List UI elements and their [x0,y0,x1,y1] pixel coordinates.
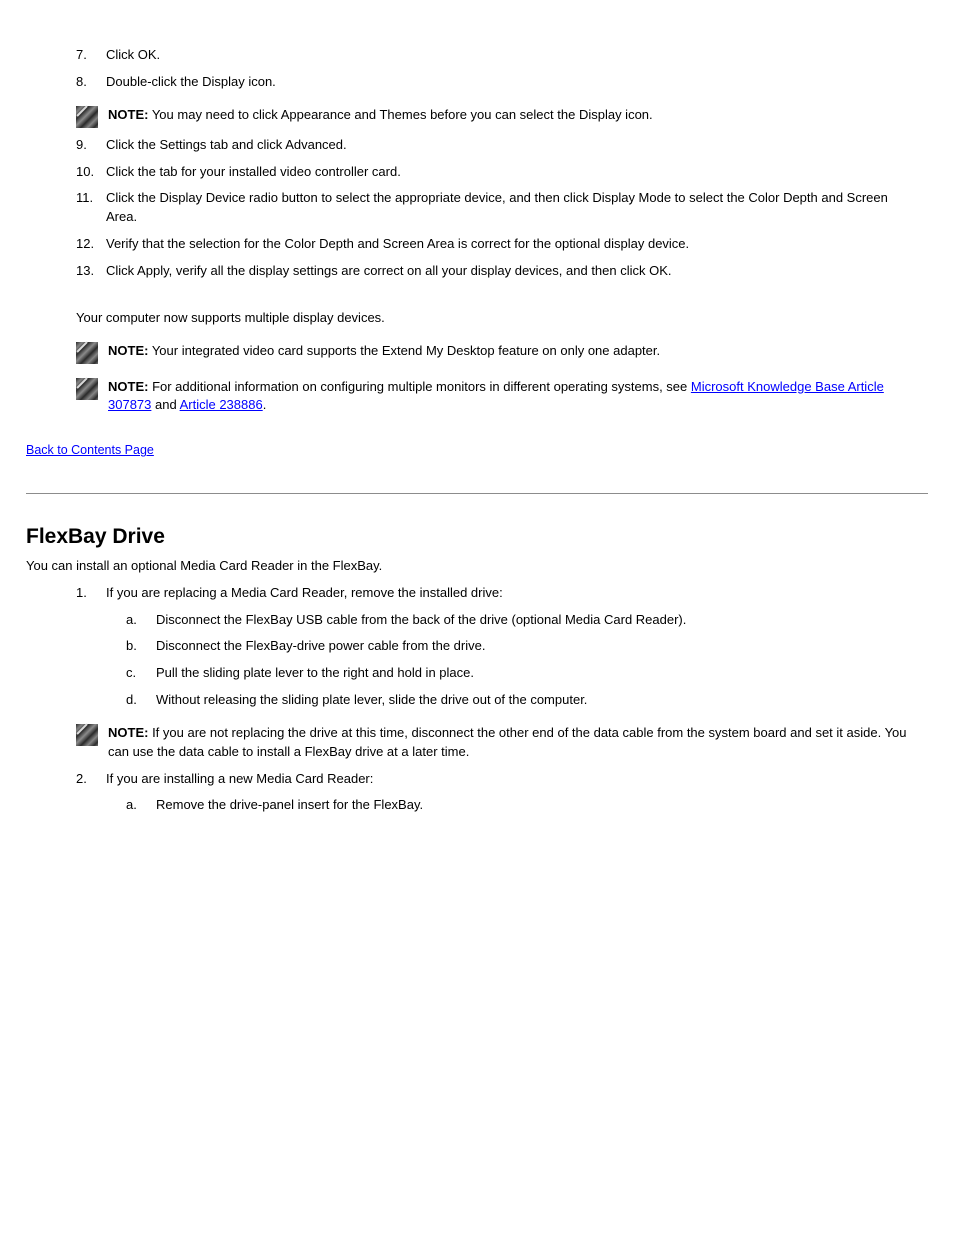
note-body-text: If you are not replacing the drive at th… [108,725,907,759]
step-2: 2. If you are installing a new Media Car… [76,770,928,789]
step-number: 13. [76,262,106,281]
step-text: Click the tab for your installed video c… [106,163,908,182]
step-text: Without releasing the sliding plate leve… [156,691,908,710]
step-text: Click OK. [106,46,908,65]
note-label: NOTE: [108,107,148,122]
pencil-note-icon [76,342,98,364]
step-text: Pull the sliding plate lever to the righ… [156,664,908,683]
note-extend-desktop: NOTE: Your integrated video card support… [76,342,928,364]
back-to-contents-link[interactable]: Back to Contents Page [26,443,154,457]
note-label: NOTE: [108,725,148,740]
note-body-text: Your integrated video card supports the … [148,343,660,358]
step-10: 10. Click the tab for your installed vid… [76,163,928,182]
step-12: 12. Verify that the selection for the Co… [76,235,928,254]
step-number: a. [126,796,156,815]
step-number: d. [126,691,156,710]
step-number: 7. [76,46,106,65]
step-text: Disconnect the FlexBay USB cable from th… [156,611,908,630]
step-9: 9. Click the Settings tab and click Adva… [76,136,928,155]
substep-c: c. Pull the sliding plate lever to the r… [126,664,928,683]
closing-text: Your computer now supports multiple disp… [76,309,928,328]
note-appearance-themes: NOTE: You may need to click Appearance a… [76,106,928,128]
kb-article-link-238886[interactable]: Article 238886 [180,397,263,412]
note-text: NOTE: If you are not replacing the drive… [108,724,908,762]
step-text: Click the Settings tab and click Advance… [106,136,908,155]
substep-b: b. Disconnect the FlexBay-drive power ca… [126,637,928,656]
substep-a-2: a. Remove the drive-panel insert for the… [126,796,928,815]
note-pre: For additional information on configurin… [148,379,690,394]
step-13: 13. Click Apply, verify all the display … [76,262,928,281]
step-number: 12. [76,235,106,254]
note-not-replacing: NOTE: If you are not replacing the drive… [76,724,928,762]
step-text: Click Apply, verify all the display sett… [106,262,908,281]
step-number: 8. [76,73,106,92]
note-post: . [263,397,267,412]
step-text: Disconnect the FlexBay-drive power cable… [156,637,908,656]
note-kb-articles: NOTE: For additional information on conf… [76,378,928,416]
step-11: 11. Click the Display Device radio butto… [76,189,928,227]
pencil-note-icon [76,106,98,128]
install-steps-continued: 7. Click OK. 8. Double-click the Display… [26,46,928,415]
step-7: 7. Click OK. [76,46,928,65]
section-divider [26,493,928,494]
step-text: If you are installing a new Media Card R… [106,770,908,789]
substep-d: d. Without releasing the sliding plate l… [126,691,928,710]
step-number: 10. [76,163,106,182]
step-number: a. [126,611,156,630]
note-label: NOTE: [108,379,148,394]
section-lead: You can install an optional Media Card R… [26,557,928,576]
step-text: If you are replacing a Media Card Reader… [106,584,908,603]
note-label: NOTE: [108,343,148,358]
step-text: Remove the drive-panel insert for the Fl… [156,796,908,815]
step-text: Verify that the selection for the Color … [106,235,908,254]
back-to-contents: Back to Contents Page [26,441,928,459]
step-number: 2. [76,770,106,789]
section-title-flexbay: FlexBay Drive [26,522,928,552]
step-number: 1. [76,584,106,603]
step-8: 8. Double-click the Display icon. [76,73,928,92]
step-number: 11. [76,189,106,227]
step-number: 9. [76,136,106,155]
note-text: NOTE: You may need to click Appearance a… [108,106,908,125]
flexbay-steps: 1. If you are replacing a Media Card Rea… [26,584,928,816]
step-number: b. [126,637,156,656]
pencil-note-icon [76,724,98,746]
step-text: Double-click the Display icon. [106,73,908,92]
note-mid: and [151,397,179,412]
step-text: Click the Display Device radio button to… [106,189,908,227]
step-number: c. [126,664,156,683]
note-text: NOTE: Your integrated video card support… [108,342,908,361]
note-body-text: You may need to click Appearance and The… [148,107,652,122]
step-1: 1. If you are replacing a Media Card Rea… [76,584,928,603]
note-text: NOTE: For additional information on conf… [108,378,908,416]
substep-a: a. Disconnect the FlexBay USB cable from… [126,611,928,630]
pencil-note-icon [76,378,98,400]
